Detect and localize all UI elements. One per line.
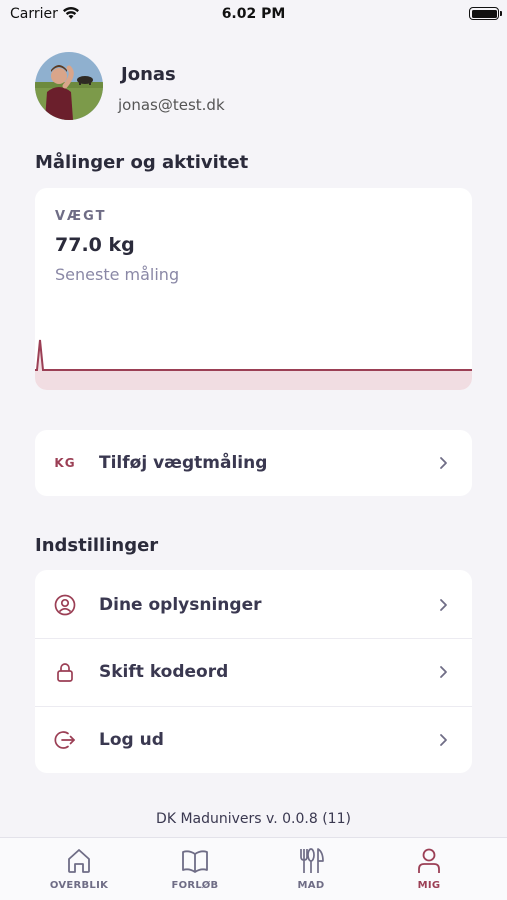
- user-email: jonas@test.dk: [118, 96, 225, 114]
- measurements-section-title: Målinger og aktivitet: [35, 152, 249, 173]
- status-bar: Carrier 6.02 PM: [0, 0, 507, 30]
- weight-card[interactable]: VÆGT 77.0 kg Seneste måling: [35, 188, 472, 390]
- metric-label: VÆGT: [55, 209, 107, 224]
- app-version: DK Madunivers v. 0.0.8 (11): [156, 811, 351, 827]
- chevron-right-icon: [440, 734, 447, 746]
- chevron-right-icon: [440, 666, 447, 678]
- tab-forloeb[interactable]: FORLØB: [140, 846, 250, 896]
- tab-overblik[interactable]: OVERBLIK: [24, 846, 134, 896]
- settings-item-label: Log ud: [99, 730, 164, 750]
- battery-icon: [469, 7, 502, 20]
- add-weight-row[interactable]: KG Tilføj vægtmåling: [35, 430, 472, 496]
- chevron-right-icon: [440, 457, 447, 469]
- settings-item-label: Skift kodeord: [99, 662, 229, 682]
- tab-mad[interactable]: MAD: [256, 846, 366, 896]
- tab-bar: OVERBLIK FORLØB MAD MIG: [0, 837, 507, 900]
- settings-item-change-password[interactable]: Skift kodeord: [35, 639, 472, 705]
- settings-item-personal-info[interactable]: Dine oplysninger: [35, 572, 472, 638]
- tab-label: FORLØB: [171, 880, 219, 891]
- lock-icon: [57, 663, 73, 682]
- chevron-right-icon: [440, 599, 447, 611]
- add-weight-card[interactable]: KG Tilføj vægtmåling: [35, 430, 472, 496]
- tab-mig[interactable]: MIG: [374, 846, 484, 896]
- settings-section-title: Indstillinger: [35, 535, 159, 556]
- settings-card: Dine oplysninger Skift kodeord Log ud: [35, 570, 472, 773]
- settings-item-logout[interactable]: Log ud: [35, 707, 472, 773]
- metric-value: 77.0 kg: [55, 234, 135, 256]
- utensils-icon: [300, 848, 324, 873]
- tab-label: MAD: [297, 880, 325, 891]
- weight-sparkline: [35, 339, 472, 390]
- settings-item-label: Dine oplysninger: [99, 595, 262, 615]
- logout-icon: [54, 731, 75, 749]
- avatar[interactable]: [35, 52, 103, 120]
- status-time: 6.02 PM: [221, 6, 286, 22]
- person-icon: [418, 848, 440, 873]
- kg-icon: KG: [54, 456, 76, 470]
- user-name: Jonas: [121, 64, 176, 85]
- home-icon: [68, 849, 90, 873]
- metric-subtitle: Seneste måling: [55, 265, 180, 284]
- tab-label: OVERBLIK: [49, 880, 109, 891]
- add-weight-label: Tilføj vægtmåling: [99, 453, 268, 473]
- book-icon: [182, 850, 208, 873]
- tab-label: MIG: [417, 880, 441, 891]
- user-circle-icon: [54, 594, 76, 616]
